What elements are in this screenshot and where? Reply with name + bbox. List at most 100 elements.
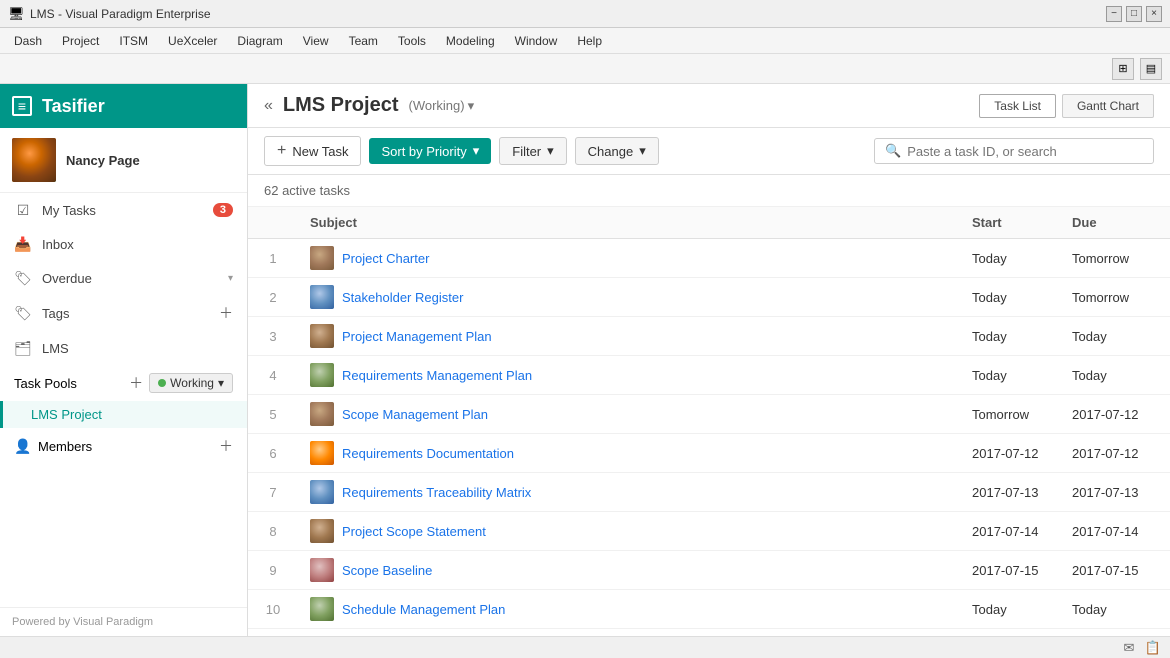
- table-row[interactable]: 5 Scope Management Plan Tomorrow 2017-07…: [248, 395, 1170, 434]
- table-row[interactable]: 8 Project Scope Statement 2017-07-14 201…: [248, 512, 1170, 551]
- search-icon: 🔍: [885, 143, 901, 159]
- sidebar-item-overdue[interactable]: 🏷 Overdue ▾: [0, 261, 247, 295]
- menu-window[interactable]: Window: [505, 31, 568, 51]
- sort-by-priority-button[interactable]: Sort by Priority ▾: [369, 138, 491, 164]
- panel-view-icon[interactable]: ▤: [1140, 58, 1162, 80]
- sidebar-nav: ☑ My Tasks 3 📥 Inbox 🏷 Overdue ▾ 🏷 Tags …: [0, 193, 247, 607]
- add-tag-icon[interactable]: ＋: [219, 303, 233, 323]
- sidebar-header: ≡ Tasifier: [0, 84, 247, 128]
- table-row[interactable]: 4 Requirements Management Plan Today Tod…: [248, 356, 1170, 395]
- table-row[interactable]: 3 Project Management Plan Today Today: [248, 317, 1170, 356]
- my-tasks-badge: 3: [213, 203, 233, 217]
- project-status[interactable]: (Working) ▾: [408, 98, 474, 114]
- minimize-button[interactable]: −: [1106, 6, 1122, 22]
- task-num: 9: [248, 551, 298, 590]
- task-due: Today: [1060, 590, 1170, 629]
- new-task-label: New Task: [292, 144, 348, 159]
- task-num: 3: [248, 317, 298, 356]
- task-link[interactable]: Requirements Documentation: [342, 446, 514, 461]
- table-row[interactable]: 1 Project Charter Today Tomorrow: [248, 239, 1170, 278]
- table-row[interactable]: 7 Requirements Traceability Matrix 2017-…: [248, 473, 1170, 512]
- task-pools-section: Task Pools ＋ Working ▾: [0, 365, 247, 401]
- tab-gantt-chart[interactable]: Gantt Chart: [1062, 94, 1154, 118]
- note-icon[interactable]: 📋: [1144, 639, 1162, 657]
- col-num: [248, 207, 298, 239]
- message-icon[interactable]: ✉: [1120, 639, 1138, 657]
- task-num: 11: [248, 629, 298, 637]
- task-avatar: [310, 441, 334, 465]
- avatar: [12, 138, 56, 182]
- task-table-wrapper[interactable]: Subject Start Due 1 Project Charter Toda…: [248, 207, 1170, 636]
- collapse-sidebar-icon[interactable]: «: [264, 97, 273, 115]
- task-link[interactable]: Project Scope Statement: [342, 524, 486, 539]
- col-subject: Subject: [298, 207, 960, 239]
- task-link[interactable]: Project Charter: [342, 251, 429, 266]
- task-pools-label: Task Pools: [14, 376, 123, 391]
- task-due: Tomorrow: [1060, 278, 1170, 317]
- working-status-dot: [158, 379, 166, 387]
- task-link[interactable]: Schedule Management Plan: [342, 602, 505, 617]
- task-link[interactable]: Scope Management Plan: [342, 407, 488, 422]
- app-icon: 🖥: [8, 6, 24, 22]
- sidebar-item-lms-project[interactable]: LMS Project: [0, 401, 247, 428]
- task-avatar: [310, 597, 334, 621]
- working-dropdown[interactable]: Working ▾: [149, 373, 233, 393]
- overdue-icon: 🏷: [14, 269, 32, 287]
- task-link[interactable]: Requirements Traceability Matrix: [342, 485, 531, 500]
- menu-modeling[interactable]: Modeling: [436, 31, 505, 51]
- menu-project[interactable]: Project: [52, 31, 109, 51]
- task-link[interactable]: Scope Baseline: [342, 563, 432, 578]
- menu-diagram[interactable]: Diagram: [227, 31, 292, 51]
- sidebar: ≡ Tasifier Nancy Page ☑ My Tasks 3 📥 Inb…: [0, 84, 248, 636]
- task-subject-cell: Schedule Management Plan: [298, 590, 960, 629]
- task-avatar: [310, 363, 334, 387]
- task-start: 2017-07-13: [960, 473, 1060, 512]
- sidebar-item-my-tasks[interactable]: ☑ My Tasks 3: [0, 193, 247, 227]
- task-due: Tomorrow: [1060, 239, 1170, 278]
- tab-task-list[interactable]: Task List: [979, 94, 1056, 118]
- maximize-button[interactable]: □: [1126, 6, 1142, 22]
- task-subject-cell: Activity Attributes: [298, 629, 960, 637]
- sidebar-item-inbox[interactable]: 📥 Inbox: [0, 227, 247, 261]
- overdue-chevron-icon: ▾: [228, 273, 233, 284]
- menu-team[interactable]: Team: [339, 31, 388, 51]
- task-link[interactable]: Stakeholder Register: [342, 290, 463, 305]
- new-task-button[interactable]: + New Task: [264, 136, 361, 166]
- grid-view-icon[interactable]: ⊞: [1112, 58, 1134, 80]
- menu-help[interactable]: Help: [567, 31, 612, 51]
- task-start: Tomorrow: [960, 395, 1060, 434]
- table-row[interactable]: 9 Scope Baseline 2017-07-15 2017-07-15: [248, 551, 1170, 590]
- menu-view[interactable]: View: [293, 31, 339, 51]
- sidebar-item-lms[interactable]: 🗂 LMS: [0, 331, 247, 365]
- menu-tools[interactable]: Tools: [388, 31, 436, 51]
- close-button[interactable]: ×: [1146, 6, 1162, 22]
- task-link[interactable]: Project Management Plan: [342, 329, 492, 344]
- task-num: 1: [248, 239, 298, 278]
- task-num: 10: [248, 590, 298, 629]
- table-row[interactable]: 10 Schedule Management Plan Today Today: [248, 590, 1170, 629]
- menu-uexceler[interactable]: UeXceler: [158, 31, 227, 51]
- task-num: 7: [248, 473, 298, 512]
- table-row[interactable]: 2 Stakeholder Register Today Tomorrow: [248, 278, 1170, 317]
- sidebar-item-tags[interactable]: 🏷 Tags ＋: [0, 295, 247, 331]
- menu-itsm[interactable]: ITSM: [109, 31, 158, 51]
- task-subject-cell: Requirements Management Plan: [298, 356, 960, 395]
- task-subject-cell: Project Scope Statement: [298, 512, 960, 551]
- task-start: Today: [960, 239, 1060, 278]
- task-link[interactable]: Requirements Management Plan: [342, 368, 532, 383]
- overdue-label: Overdue: [42, 271, 218, 286]
- filter-button[interactable]: Filter ▾: [499, 137, 566, 165]
- window-title: LMS - Visual Paradigm Enterprise: [30, 7, 1106, 21]
- change-button[interactable]: Change ▾: [575, 137, 659, 165]
- task-avatar: [310, 519, 334, 543]
- search-bar: 🔍: [874, 138, 1154, 164]
- add-member-icon[interactable]: ＋: [219, 436, 233, 456]
- task-num: 6: [248, 434, 298, 473]
- table-row[interactable]: 6 Requirements Documentation 2017-07-12 …: [248, 434, 1170, 473]
- menu-dash[interactable]: Dash: [4, 31, 52, 51]
- search-input[interactable]: [907, 144, 1143, 159]
- avatar-image: [12, 138, 56, 182]
- table-row[interactable]: 11 Activity Attributes Tomorrow Tomorrow: [248, 629, 1170, 637]
- tag-icon: 🏷: [14, 304, 32, 322]
- add-task-pool-icon[interactable]: ＋: [129, 373, 143, 393]
